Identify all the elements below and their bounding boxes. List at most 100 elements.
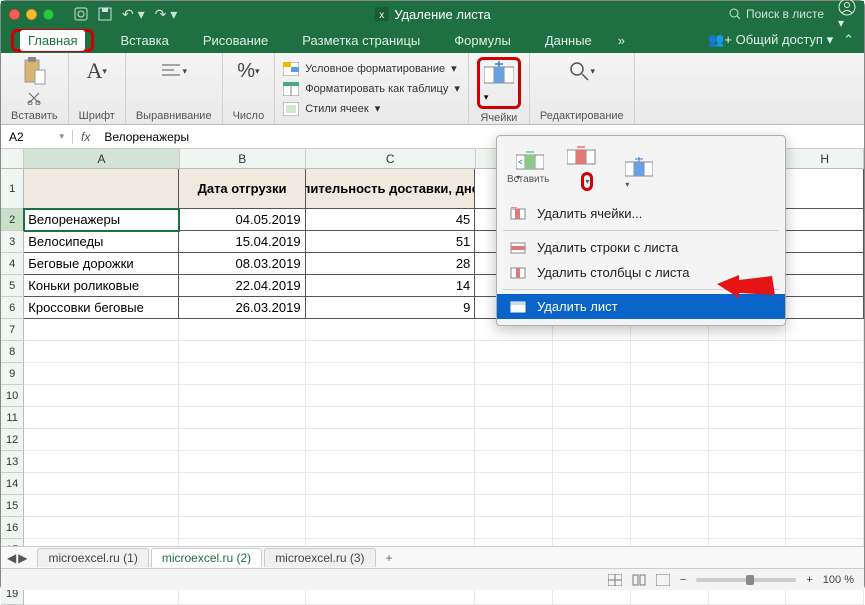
cell[interactable]: [786, 209, 864, 231]
row-header[interactable]: 2: [1, 209, 24, 231]
menu-delete-rows[interactable]: Удалить строки с листа: [497, 235, 785, 260]
row-header[interactable]: 5: [1, 275, 24, 297]
cell[interactable]: Велосипеды: [24, 231, 179, 253]
align-icon[interactable]: ▾: [160, 57, 188, 85]
cell[interactable]: 14: [306, 275, 476, 297]
cell[interactable]: [306, 451, 476, 473]
cell[interactable]: [786, 495, 864, 517]
cell[interactable]: [553, 429, 631, 451]
row-header[interactable]: 13: [1, 451, 24, 473]
cell[interactable]: [475, 517, 553, 539]
row-header[interactable]: 6: [1, 297, 24, 319]
cell[interactable]: [306, 341, 476, 363]
cell[interactable]: [631, 407, 709, 429]
user-icon[interactable]: ▾: [838, 0, 856, 30]
cell[interactable]: [553, 517, 631, 539]
format-as-table-button[interactable]: Форматировать как таблицу ▾: [283, 80, 460, 98]
select-all-corner[interactable]: [1, 149, 24, 168]
cell[interactable]: [24, 451, 179, 473]
cut-icon[interactable]: [27, 91, 41, 105]
cell[interactable]: [24, 385, 179, 407]
zoom-level[interactable]: 100 %: [823, 574, 854, 586]
cell[interactable]: 28: [306, 253, 476, 275]
cell[interactable]: [475, 341, 553, 363]
cell[interactable]: [631, 341, 709, 363]
cell[interactable]: [475, 451, 553, 473]
tab-draw[interactable]: Рисование: [195, 30, 276, 51]
cell[interactable]: [631, 495, 709, 517]
cell[interactable]: [24, 407, 179, 429]
cell[interactable]: [306, 473, 476, 495]
cell[interactable]: [709, 473, 787, 495]
row-header[interactable]: 7: [1, 319, 24, 341]
cell[interactable]: [786, 275, 864, 297]
sheet-nav-prev-icon[interactable]: ◀: [7, 551, 16, 565]
cell[interactable]: [553, 473, 631, 495]
cell[interactable]: 04.05.2019: [179, 209, 305, 231]
cell[interactable]: [786, 297, 864, 319]
col-header-a[interactable]: A: [24, 149, 179, 168]
cell[interactable]: 26.03.2019: [179, 297, 305, 319]
sheet-tab-active[interactable]: microexcel.ru (2): [151, 548, 262, 567]
cell[interactable]: [306, 363, 476, 385]
cell[interactable]: [24, 517, 179, 539]
cell[interactable]: [179, 451, 305, 473]
cell[interactable]: [475, 473, 553, 495]
cell[interactable]: [631, 385, 709, 407]
cell[interactable]: [24, 319, 179, 341]
delete-cells-split[interactable]: ▾: [567, 144, 607, 191]
cell[interactable]: 15.04.2019: [179, 231, 305, 253]
header-cell[interactable]: Длительность доставки, дней: [306, 169, 476, 209]
row-header[interactable]: 11: [1, 407, 24, 429]
col-header-b[interactable]: B: [180, 149, 306, 168]
cell[interactable]: [709, 517, 787, 539]
tab-home[interactable]: Главная: [20, 30, 85, 51]
zoom-in-button[interactable]: +: [806, 574, 812, 586]
menu-delete-cells[interactable]: Удалить ячейки...: [497, 201, 785, 226]
cell[interactable]: [709, 341, 787, 363]
cell[interactable]: [786, 231, 864, 253]
tab-insert[interactable]: Вставка: [112, 30, 176, 51]
cell[interactable]: 08.03.2019: [179, 253, 305, 275]
conditional-formatting-button[interactable]: Условное форматирование ▾: [283, 60, 460, 78]
cell[interactable]: [553, 385, 631, 407]
view-normal-icon[interactable]: [608, 574, 622, 586]
close-window-icon[interactable]: [9, 9, 20, 20]
cell[interactable]: 45: [306, 209, 476, 231]
cells-button[interactable]: ▾: [484, 61, 514, 104]
cell[interactable]: [24, 341, 179, 363]
cell-styles-button[interactable]: Стили ячеек ▾: [283, 100, 460, 118]
cell[interactable]: [179, 385, 305, 407]
cell[interactable]: [786, 473, 864, 495]
cell[interactable]: [709, 495, 787, 517]
cell[interactable]: [786, 341, 864, 363]
sheet-nav-next-icon[interactable]: ▶: [18, 551, 27, 565]
row-header[interactable]: 3: [1, 231, 24, 253]
cell[interactable]: [709, 451, 787, 473]
name-box[interactable]: A2▾: [1, 130, 73, 144]
cell[interactable]: [709, 385, 787, 407]
view-page-layout-icon[interactable]: [632, 574, 646, 586]
tab-overflow-icon[interactable]: »: [618, 33, 625, 48]
minimize-window-icon[interactable]: [26, 9, 37, 20]
col-header-c[interactable]: C: [306, 149, 476, 168]
cell[interactable]: [786, 385, 864, 407]
paste-icon[interactable]: [20, 57, 48, 85]
cell[interactable]: [306, 385, 476, 407]
cell[interactable]: [631, 451, 709, 473]
cell[interactable]: [24, 495, 179, 517]
cell[interactable]: [306, 407, 476, 429]
cell[interactable]: [179, 429, 305, 451]
autosave-icon[interactable]: [74, 7, 88, 21]
fx-icon[interactable]: fx: [73, 130, 98, 144]
cell[interactable]: [786, 429, 864, 451]
cell[interactable]: [786, 319, 864, 341]
editing-icon[interactable]: ▾: [568, 57, 596, 85]
cell[interactable]: [179, 495, 305, 517]
undo-icon[interactable]: ↶ ▾: [122, 6, 145, 23]
zoom-out-button[interactable]: −: [680, 574, 686, 586]
row-header[interactable]: 9: [1, 363, 24, 385]
row-header[interactable]: 4: [1, 253, 24, 275]
cell[interactable]: [786, 363, 864, 385]
cell[interactable]: [553, 341, 631, 363]
